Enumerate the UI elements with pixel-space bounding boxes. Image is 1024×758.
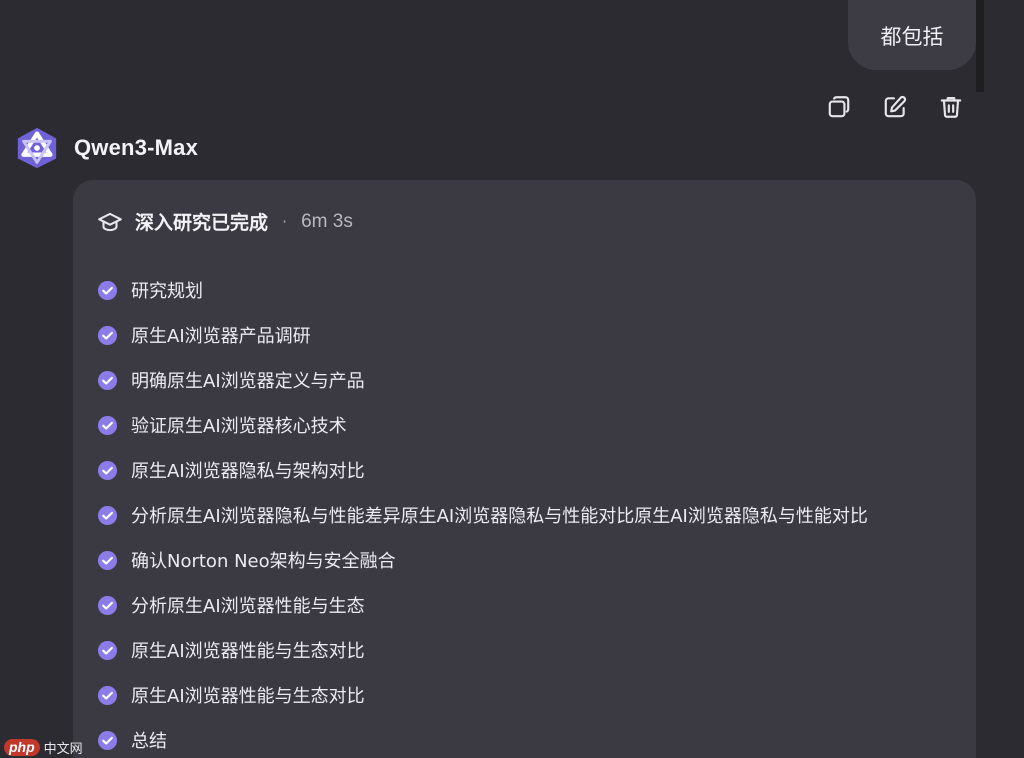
research-step: 明确原生AI浏览器定义与产品 xyxy=(97,357,868,403)
watermark-text: 中文网 xyxy=(43,742,83,757)
research-step: 原生AI浏览器隐私与架构对比 xyxy=(97,447,868,493)
research-step: 验证原生AI浏览器核心技术 xyxy=(97,402,868,448)
check-circle-icon xyxy=(97,370,118,391)
research-step: 分析原生AI浏览器性能与生态 xyxy=(97,582,868,628)
delete-button[interactable] xyxy=(934,90,968,124)
separator-dot: · xyxy=(282,212,288,231)
research-step-label: 验证原生AI浏览器核心技术 xyxy=(131,416,347,437)
scrollbar[interactable] xyxy=(976,0,984,92)
research-step-label: 原生AI浏览器性能与生态对比 xyxy=(131,686,365,707)
chat-page: 都包括 Qwen3-Max 深入研究已完成 · 6m 3s 研究规划 原生AI浏… xyxy=(0,0,1024,758)
edit-button[interactable] xyxy=(878,90,912,124)
research-step-label: 研究规划 xyxy=(131,281,203,302)
check-circle-icon xyxy=(97,280,118,301)
research-header[interactable]: 深入研究已完成 · 6m 3s xyxy=(97,208,353,235)
research-step-label: 原生AI浏览器隐私与架构对比 xyxy=(131,461,365,482)
check-circle-icon xyxy=(97,595,118,616)
research-step: 研究规划 xyxy=(97,267,868,313)
model-name: Qwen3-Max xyxy=(74,135,199,160)
research-step: 总结 xyxy=(97,717,868,758)
check-circle-icon xyxy=(97,550,118,571)
trash-icon xyxy=(940,97,962,118)
check-circle-icon xyxy=(97,415,118,436)
research-step: 分析原生AI浏览器隐私与性能差异原生AI浏览器隐私与性能对比原生AI浏览器隐私与… xyxy=(97,492,868,538)
check-circle-icon xyxy=(97,730,118,751)
research-step: 原生AI浏览器性能与生态对比 xyxy=(97,672,868,718)
research-step: 确认Norton Neo架构与安全融合 xyxy=(97,537,868,583)
message-actions xyxy=(822,90,968,124)
research-step: 原生AI浏览器产品调研 xyxy=(97,312,868,358)
research-title: 深入研究已完成 xyxy=(135,212,269,234)
check-circle-icon xyxy=(97,460,118,481)
research-step-label: 分析原生AI浏览器性能与生态 xyxy=(131,596,365,617)
research-step-label: 总结 xyxy=(131,731,167,752)
user-message-bubble: 都包括 xyxy=(848,0,976,70)
copy-icon xyxy=(828,96,850,118)
research-step: 原生AI浏览器性能与生态对比 xyxy=(97,627,868,673)
research-step-label: 明确原生AI浏览器定义与产品 xyxy=(131,371,365,392)
research-step-label: 原生AI浏览器性能与生态对比 xyxy=(131,641,365,662)
watermark-logo: php xyxy=(4,739,40,756)
research-step-label: 原生AI浏览器产品调研 xyxy=(131,326,311,347)
assistant-header: Qwen3-Max xyxy=(14,124,198,172)
check-circle-icon xyxy=(97,685,118,706)
research-step-label: 确认Norton Neo架构与安全融合 xyxy=(131,551,396,572)
check-circle-icon xyxy=(97,325,118,346)
qwen-logo-icon xyxy=(14,124,60,172)
check-circle-icon xyxy=(97,640,118,661)
watermark: php 中文网 xyxy=(4,738,83,757)
research-step-label: 分析原生AI浏览器隐私与性能差异原生AI浏览器隐私与性能对比原生AI浏览器隐私与… xyxy=(131,506,868,527)
copy-button[interactable] xyxy=(822,90,856,124)
edit-icon xyxy=(884,95,907,118)
deep-research-card[interactable]: 深入研究已完成 · 6m 3s 研究规划原生AI浏览器产品调研明确原生AI浏览器… xyxy=(73,180,976,758)
research-steps-list: 研究规划原生AI浏览器产品调研明确原生AI浏览器定义与产品 验证原生AI浏览器核心… xyxy=(97,268,868,758)
research-duration: 6m 3s xyxy=(301,210,353,232)
user-message-text: 都包括 xyxy=(880,25,944,49)
graduation-cap-icon xyxy=(97,209,123,235)
check-circle-icon xyxy=(97,505,118,526)
